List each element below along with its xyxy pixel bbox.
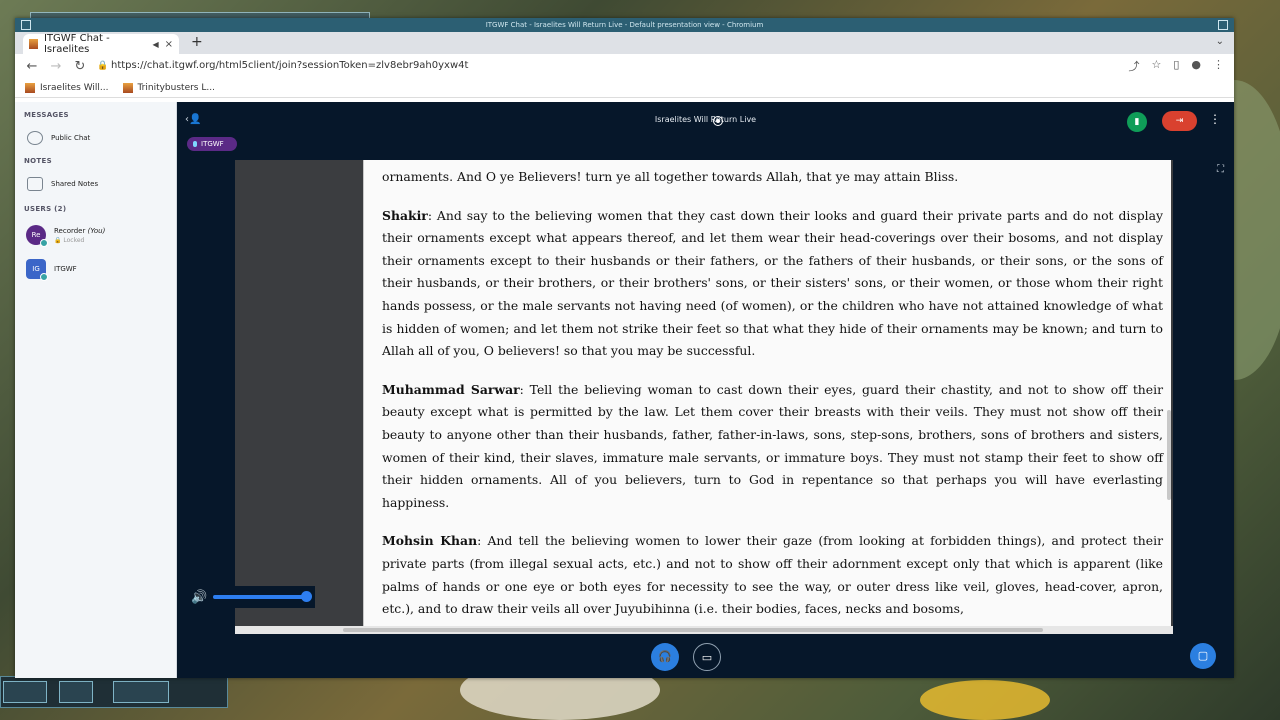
notes-icon	[27, 177, 43, 191]
nav-bar: ‹👤 Israelites Will Return Live ▮ ⇥ ⋮	[177, 102, 1234, 140]
share-icon[interactable]: ⤴	[1128, 58, 1139, 74]
leave-meeting-button[interactable]: ⇥	[1162, 111, 1197, 131]
scrollbar-thumb[interactable]	[343, 628, 1043, 632]
volume-icon[interactable]: 🔊	[191, 590, 207, 605]
talking-user-name: ITGWF	[201, 140, 224, 148]
user-name: Recorder	[54, 226, 86, 235]
verse-paragraph: Mohsin Khan: And tell the believing wome…	[382, 533, 1163, 617]
tab-title: ITGWF Chat - Israelites	[43, 33, 110, 55]
address-bar-row: ← → ↻ 🔒 https://chat.itgwf.org/html5clie…	[15, 54, 1234, 78]
public-chat-label: Public Chat	[51, 134, 91, 142]
taskbar-workspace[interactable]	[3, 681, 47, 703]
scrollbar-thumb[interactable]	[1167, 410, 1171, 500]
back-icon[interactable]: ←	[25, 59, 39, 74]
connection-status-icon[interactable]: ▮	[1127, 112, 1147, 132]
tab-search-icon[interactable]: ⌄	[1216, 36, 1224, 47]
speaker-icon[interactable]: ◀	[152, 40, 158, 49]
window-close-icon[interactable]	[1218, 20, 1228, 30]
user-list-sidebar: MESSAGES Public Chat NOTES Shared Notes …	[15, 102, 177, 678]
browser-menu-icon[interactable]: ⋮	[1213, 58, 1224, 74]
url-field[interactable]: 🔒 https://chat.itgwf.org/html5client/joi…	[93, 57, 1133, 75]
new-tab-button[interactable]: +	[191, 34, 203, 50]
talking-indicator[interactable]: ITGWF	[187, 137, 237, 151]
bookmark-favicon-icon	[122, 82, 133, 93]
volume-control[interactable]: 🔊	[189, 586, 315, 608]
translator-name: Muhammad Sarwar	[382, 381, 520, 397]
forward-icon[interactable]: →	[49, 59, 63, 74]
shared-notes-item[interactable]: Shared Notes	[15, 169, 176, 199]
vertical-scrollbar[interactable]	[1167, 160, 1173, 626]
screen-share-button[interactable]: ▢	[1190, 643, 1216, 669]
tab-strip: ITGWF Chat - Israelites ◀ × + ⌄	[15, 32, 1234, 55]
options-menu-icon[interactable]: ⋮	[1209, 112, 1221, 126]
microphone-icon	[193, 141, 197, 147]
lock-icon: 🔒	[97, 61, 109, 71]
recording-indicator-icon[interactable]	[713, 116, 723, 126]
meeting-title: Israelites Will Return Live	[654, 115, 757, 124]
user-name: ITGWF	[54, 265, 77, 273]
bookmark-star-icon[interactable]: ☆	[1151, 58, 1161, 74]
verse-paragraph: ornaments. And O ye Believers! turn ye a…	[382, 169, 959, 184]
video-button[interactable]: ▭	[693, 643, 721, 671]
bookmark-favicon-icon	[25, 82, 35, 93]
bookmark-label: Trinitybusters L...	[137, 82, 215, 93]
taskbar	[0, 676, 228, 708]
presentation-panel: ‹👤 Israelites Will Return Live ▮ ⇥ ⋮ ITG…	[177, 102, 1234, 678]
notes-title: NOTES	[24, 157, 52, 165]
horizontal-scrollbar[interactable]	[235, 626, 1173, 634]
reload-icon[interactable]: ↻	[73, 59, 87, 74]
window-title: ITGWF Chat - Israelites Will Return Live…	[485, 21, 764, 29]
action-bar: 🎧 ▭ ▢	[177, 636, 1234, 678]
taskbar-workspace[interactable]	[113, 681, 169, 703]
window-titlebar[interactable]: ITGWF Chat - Israelites Will Return Live…	[15, 18, 1234, 32]
shared-notes-label: Shared Notes	[51, 180, 99, 188]
public-chat-item[interactable]: Public Chat	[15, 123, 176, 153]
bookmark-item[interactable]: Israelites Will...	[25, 82, 109, 93]
url-text: https://chat.itgwf.org/html5client/join?…	[111, 60, 469, 71]
user-list-item[interactable]: IG ITGWF	[15, 253, 176, 285]
chat-icon	[27, 131, 43, 145]
fullscreen-icon[interactable]: ⛶	[1217, 164, 1224, 175]
users-title: USERS (2)	[24, 205, 67, 213]
audio-button[interactable]: 🎧	[651, 643, 679, 671]
mic-status-icon	[40, 273, 48, 281]
bbb-app: MESSAGES Public Chat NOTES Shared Notes …	[15, 102, 1234, 678]
slide-text: ornaments. And O ye Believers! turn ye a…	[364, 166, 1171, 621]
desktop-background	[920, 680, 1050, 720]
sidepanel-icon[interactable]: ▯	[1173, 58, 1179, 74]
bookmarks-bar: Israelites Will... Trinitybusters L...	[15, 78, 1234, 98]
messages-title: MESSAGES	[24, 111, 69, 119]
browser-actions: ⤴ ☆ ▯ ● ⋮	[1128, 58, 1224, 74]
verse-paragraph: Muhammad Sarwar: Tell the believing woma…	[382, 381, 1164, 510]
tab-close-icon[interactable]: ×	[165, 39, 173, 50]
window-menu-icon[interactable]	[21, 20, 31, 30]
taskbar-workspace[interactable]	[59, 681, 93, 703]
avatar: IG	[26, 259, 48, 281]
bookmark-label: Israelites Will...	[40, 82, 109, 93]
user-status: 🔒 Locked	[54, 236, 85, 244]
browser-tab[interactable]: ITGWF Chat - Israelites ◀ ×	[23, 33, 179, 55]
presentation-slide: ornaments. And O ye Believers! turn ye a…	[235, 160, 1173, 634]
user-you-tag: (You)	[87, 226, 106, 235]
bookmark-item[interactable]: Trinitybusters L...	[122, 82, 215, 93]
slide-page: ornaments. And O ye Believers! turn ye a…	[363, 160, 1171, 634]
avatar: Re	[26, 225, 48, 247]
translator-name: Shakir	[382, 207, 428, 223]
user-list-item[interactable]: Re Recorder (You) 🔒 Locked	[15, 219, 176, 251]
browser-window: ITGWF Chat - Israelites Will Return Live…	[15, 18, 1234, 678]
translator-name: Mohsin Khan	[382, 533, 478, 549]
volume-slider[interactable]	[213, 591, 313, 602]
mic-status-icon	[40, 239, 48, 247]
verse-paragraph: Shakir: And say to the believing women t…	[382, 207, 1163, 359]
profile-icon[interactable]: ●	[1191, 58, 1201, 74]
tab-favicon-icon	[29, 39, 38, 49]
